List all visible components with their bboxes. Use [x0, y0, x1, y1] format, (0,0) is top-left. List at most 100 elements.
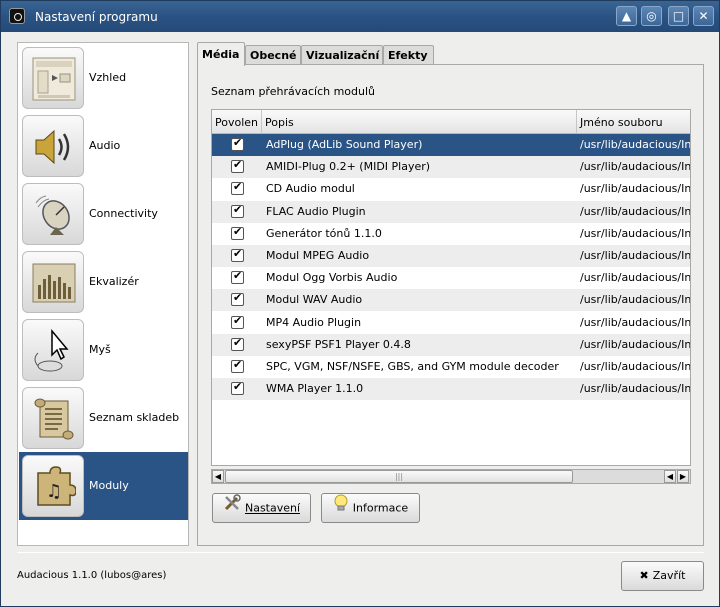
tab-obecne[interactable]: Obecné [245, 45, 301, 66]
preferences-window: Nastavení programu ▲ ◎ □ ✕ Vzhled Audio … [0, 0, 720, 607]
column-header-popis[interactable]: Popis [262, 110, 577, 134]
plugin-list[interactable]: Povolen Popis Jméno souboru AdPlug (AdLi… [211, 109, 691, 466]
column-header-jmeno-souboru[interactable]: Jméno souboru [577, 110, 690, 134]
version-label: Audacious 1.1.0 (lubos@ares) [17, 570, 167, 581]
section-heading: Seznam přehrávacích modulů [211, 85, 376, 98]
table-row[interactable]: CD Audio modul/usr/lib/audacious/In [212, 178, 691, 200]
footer-divider [17, 552, 704, 553]
plugin-description: MP4 Audio Plugin [266, 315, 362, 329]
sidebar-item-connectivity[interactable]: Connectivity [19, 180, 188, 248]
satellite-dish-icon [22, 183, 84, 245]
sidebar-item-moduly[interactable]: ♫ Moduly [19, 452, 188, 520]
roll-up-button[interactable]: ▲ [616, 6, 637, 26]
plugin-filename: /usr/lib/audacious/In [580, 226, 691, 240]
plugin-description: Modul Ogg Vorbis Audio [266, 271, 398, 285]
sidebar-item-audio[interactable]: Audio [19, 112, 188, 180]
table-row[interactable]: Modul Ogg Vorbis Audio/usr/lib/audacious… [212, 267, 691, 289]
plugin-filename: /usr/lib/audacious/In [580, 271, 691, 285]
table-row[interactable]: sexyPSF PSF1 Player 0.4.8/usr/lib/audaci… [212, 333, 691, 356]
sidebar-item-label: Ekvalizér [89, 275, 139, 288]
enabled-checkbox[interactable] [231, 314, 244, 329]
speaker-icon [22, 115, 84, 177]
table-row[interactable]: SPC, VGM, NSF/NSFE, GBS, and GYM module … [212, 356, 690, 378]
sidebar-item-label: Connectivity [89, 207, 158, 220]
plugin-description: CD Audio modul [266, 182, 355, 196]
settings-button-label: Nastavení [244, 501, 301, 515]
enabled-checkbox[interactable] [231, 358, 244, 373]
close-window-button[interactable]: ✕ [693, 6, 714, 26]
sidebar-item-seznam-skladeb[interactable]: Seznam skladeb [19, 384, 188, 452]
svg-text:♫: ♫ [46, 481, 62, 502]
plugin-description: AMIDI-Plug 0.2+ (MIDI Player) [266, 160, 431, 174]
sidebar-item-label: Myš [89, 343, 111, 356]
close-button-label: Zavřít [652, 569, 686, 582]
scroll-left-arrow[interactable]: ◀ [212, 470, 224, 483]
scroll-right-arrow[interactable]: ▶ [677, 470, 689, 483]
plugin-description: sexyPSF PSF1 Player 0.4.8 [266, 337, 411, 351]
enabled-checkbox[interactable] [231, 291, 244, 307]
sidebar-item-label: Vzhled [89, 71, 127, 84]
plugin-description: Modul WAV Audio [266, 293, 363, 307]
plugin-info-button[interactable]: Informace [321, 493, 420, 523]
column-header-povolen[interactable]: Povolen [212, 110, 262, 134]
table-row[interactable]: WMA Player 1.1.0/usr/lib/audacious/In [212, 378, 691, 401]
chevron-up-icon: ▲ [621, 9, 632, 23]
table-row[interactable]: Modul MPEG Audio/usr/lib/audacious/In [212, 245, 691, 267]
info-button-label: Informace [352, 501, 409, 515]
table-row[interactable]: Modul WAV Audio/usr/lib/audacious/In [212, 289, 691, 312]
circle-icon: ◎ [646, 9, 657, 23]
enabled-checkbox[interactable] [231, 380, 244, 396]
plugin-filename: /usr/lib/audacious/In [580, 182, 691, 196]
scroll-left-arrow-end[interactable]: ◀ [664, 470, 676, 483]
enabled-checkbox[interactable] [231, 247, 244, 262]
close-icon: ✕ [698, 9, 709, 23]
enabled-checkbox[interactable] [231, 158, 244, 174]
sidebar-item-label: Moduly [89, 479, 129, 492]
enabled-checkbox[interactable] [231, 180, 244, 196]
scroll-thumb[interactable]: ||| [225, 470, 573, 483]
table-row[interactable]: AdPlug (AdLib Sound Player) /usr/lib/auda… [212, 134, 690, 156]
table-row[interactable]: FLAC Audio Plugin/usr/lib/audacious/In [212, 200, 690, 223]
enabled-checkbox[interactable] [231, 336, 244, 351]
plugin-filename: /usr/lib/audacious/In [580, 160, 691, 174]
window-title: Nastavení programu [35, 10, 158, 24]
app-icon[interactable] [9, 8, 25, 24]
sidebar-item-ekvalizer[interactable]: Ekvalizér [19, 248, 188, 316]
scroll-icon [22, 387, 84, 449]
plugin-filename: /usr/lib/audacious/In [580, 249, 691, 262]
horizontal-scrollbar[interactable]: ◀ ||| ◀ ▶ [211, 469, 691, 484]
sidebar-item-label: Seznam skladeb [89, 411, 180, 424]
title-bar[interactable]: Nastavení programu ▲ ◎ □ ✕ [1, 1, 719, 32]
plugin-settings-button[interactable]: Nastavení [212, 493, 311, 523]
tab-media[interactable]: Média [197, 42, 245, 66]
plugin-description: WMA Player 1.1.0 [266, 382, 364, 396]
appearance-icon [22, 47, 84, 109]
tools-icon [223, 494, 241, 523]
enabled-checkbox[interactable] [231, 269, 244, 285]
table-row[interactable]: MP4 Audio Plugin/usr/lib/audacious/In [212, 312, 691, 334]
plugin-description: SPC, VGM, NSF/NSFE, GBS, and GYM module … [266, 360, 559, 373]
table-row[interactable]: AMIDI-Plug 0.2+ (MIDI Player) /usr/lib/au… [212, 156, 691, 179]
sidebar-item-mys[interactable]: Myš [19, 316, 188, 384]
tab-efekty[interactable]: Efekty [383, 45, 434, 66]
plugin-description: Generátor tónů 1.1.0 [266, 226, 382, 240]
tab-vizualizacni[interactable]: Vizualizační [301, 45, 383, 66]
stick-button[interactable]: ◎ [641, 6, 662, 26]
close-icon: ✖ [639, 569, 649, 582]
plugin-filename: /usr/lib/audacious/In [580, 337, 691, 351]
plugin-filename: /usr/lib/audacious/In [580, 293, 691, 307]
plugin-filename: /usr/lib/audacious/In [580, 382, 691, 396]
plugin-description: AdPlug (AdLib Sound Player) [266, 138, 423, 151]
mouse-icon [22, 319, 84, 381]
enabled-checkbox[interactable] [231, 203, 244, 218]
maximize-icon: □ [672, 9, 685, 23]
sidebar-item-vzhled[interactable]: Vzhled [19, 44, 188, 112]
plugin-description: FLAC Audio Plugin [266, 204, 366, 218]
enabled-checkbox[interactable] [231, 225, 244, 240]
plugin-filename: /usr/lib/audacious/In [580, 315, 691, 329]
lightbulb-icon [333, 494, 349, 523]
close-button[interactable]: ✖ Zavřít [621, 561, 704, 591]
maximize-button[interactable]: □ [668, 6, 689, 26]
enabled-checkbox[interactable] [231, 136, 244, 151]
table-row[interactable]: Generátor tónů 1.1.0/usr/lib/audacious/I… [212, 223, 691, 245]
